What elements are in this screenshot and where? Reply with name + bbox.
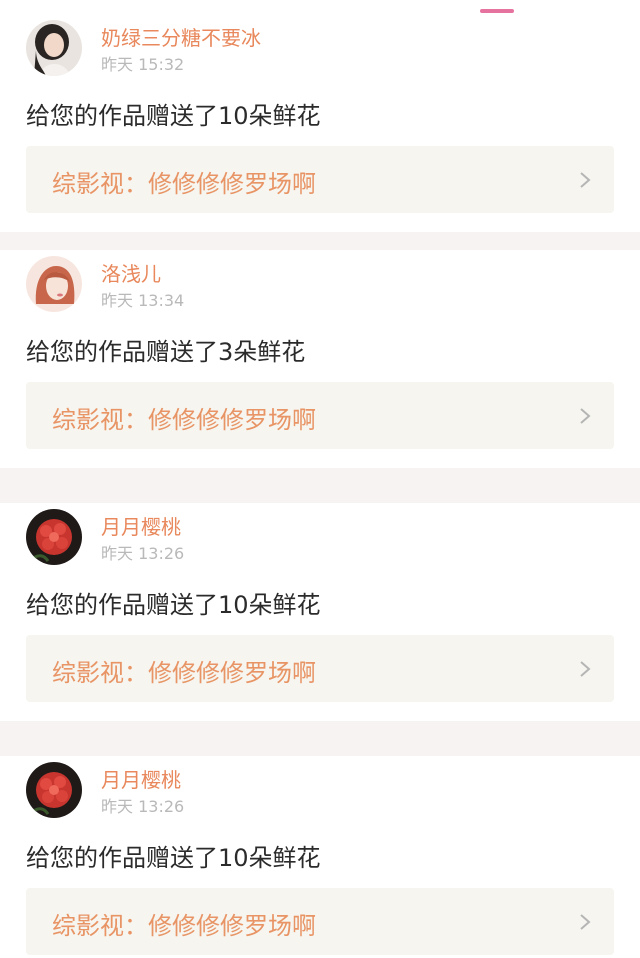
timestamp: 昨天 13:26	[101, 797, 185, 816]
gift-notification-page: 奶绿三分糖不要冰 昨天 15:32 给您的作品赠送了10朵鲜花 综影视：修修修修…	[0, 0, 640, 958]
red-flower-avatar-icon[interactable]	[26, 762, 82, 818]
username[interactable]: 洛浅儿	[101, 258, 161, 287]
timestamp: 昨天 13:34	[101, 291, 185, 310]
timestamp: 昨天 13:26	[101, 544, 185, 563]
timestamp: 昨天 15:32	[101, 55, 185, 74]
username[interactable]: 月月樱桃	[101, 764, 181, 793]
work-link-button[interactable]: 综影视：修修修修罗场啊	[26, 382, 614, 449]
work-title: 综影视：修修修修罗场啊	[52, 406, 316, 434]
work-title: 综影视：修修修修罗场啊	[52, 170, 316, 198]
gift-notification-card: 月月樱桃 昨天 13:26 给您的作品赠送了10朵鲜花 综影视：修修修修罗场啊	[0, 503, 640, 721]
username[interactable]: 奶绿三分糖不要冰	[101, 22, 261, 51]
work-link-button[interactable]: 综影视：修修修修罗场啊	[26, 146, 614, 213]
gift-message: 给您的作品赠送了10朵鲜花	[26, 591, 321, 619]
work-link-button[interactable]: 综影视：修修修修罗场啊	[26, 635, 614, 702]
work-link-button[interactable]: 综影视：修修修修罗场啊	[26, 888, 614, 955]
active-tab-indicator	[480, 9, 514, 13]
username[interactable]: 月月樱桃	[101, 511, 181, 540]
work-title: 综影视：修修修修罗场啊	[52, 659, 316, 687]
gift-message: 给您的作品赠送了3朵鲜花	[26, 338, 306, 366]
gift-notification-card: 奶绿三分糖不要冰 昨天 15:32 给您的作品赠送了10朵鲜花 综影视：修修修修…	[0, 14, 640, 232]
gift-message: 给您的作品赠送了10朵鲜花	[26, 102, 321, 130]
gift-notification-card: 月月樱桃 昨天 13:26 给您的作品赠送了10朵鲜花 综影视：修修修修罗场啊	[0, 756, 640, 958]
chevron-right-icon	[580, 408, 591, 424]
red-flower-avatar-icon[interactable]	[26, 509, 82, 565]
illustrated-girl-avatar-icon[interactable]	[26, 256, 82, 312]
portrait-avatar-icon[interactable]	[26, 20, 82, 76]
gift-notification-card: 洛浅儿 昨天 13:34 给您的作品赠送了3朵鲜花 综影视：修修修修罗场啊	[0, 250, 640, 468]
chevron-right-icon	[580, 914, 591, 930]
work-title: 综影视：修修修修罗场啊	[52, 912, 316, 940]
chevron-right-icon	[580, 172, 591, 188]
gift-message: 给您的作品赠送了10朵鲜花	[26, 844, 321, 872]
chevron-right-icon	[580, 661, 591, 677]
tab-bar-remnant	[0, 0, 640, 14]
